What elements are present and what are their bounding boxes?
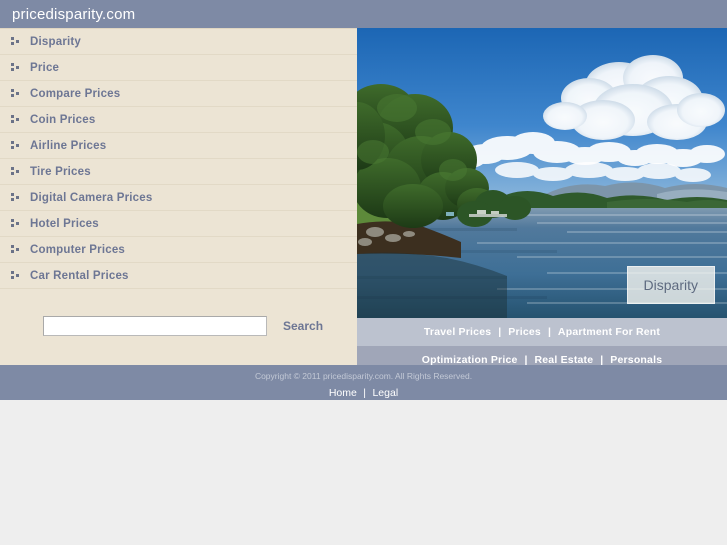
sidebar-item-label: Compare Prices [30, 87, 121, 100]
site-title: pricedisparity.com [12, 5, 136, 23]
three-squares-bullet-icon [0, 141, 30, 150]
sidebar-item-tire-prices[interactable]: Tire Prices [0, 159, 357, 185]
hero-image: Disparity [357, 28, 727, 318]
link-separator: | [547, 326, 551, 338]
footer-link-home[interactable]: Home [329, 387, 357, 399]
linkbar-link-apartment-for-rent[interactable]: Apartment For Rent [558, 326, 660, 338]
linkbar-link-prices[interactable]: Prices [508, 326, 541, 338]
sidebar-item-digital-camera-prices[interactable]: Digital Camera Prices [0, 185, 357, 211]
right-column: Disparity Travel Prices | Prices | Apart… [357, 28, 727, 400]
link-separator: | [363, 387, 367, 399]
sidebar: Disparity Price Compare Prices Coin Pric… [0, 28, 357, 400]
search-button[interactable]: Search [283, 319, 323, 333]
linkbar-link-travel-prices[interactable]: Travel Prices [424, 326, 491, 338]
sidebar-item-label: Disparity [30, 35, 82, 48]
three-squares-bullet-icon [0, 271, 30, 280]
search-area: Search [43, 316, 323, 336]
sidebar-item-compare-prices[interactable]: Compare Prices [0, 81, 357, 107]
sidebar-item-disparity[interactable]: Disparity [0, 29, 357, 55]
sidebar-item-coin-prices[interactable]: Coin Prices [0, 107, 357, 133]
sidebar-item-label: Coin Prices [30, 113, 96, 126]
three-squares-bullet-icon [0, 63, 30, 72]
sidebar-item-label: Computer Prices [30, 243, 126, 256]
site-footer: Copyright © 2011 pricedisparity.com. All… [0, 365, 727, 400]
three-squares-bullet-icon [0, 115, 30, 124]
sidebar-item-label: Hotel Prices [30, 217, 99, 230]
sidebar-item-label: Tire Prices [30, 165, 91, 178]
three-squares-bullet-icon [0, 193, 30, 202]
sidebar-item-airline-prices[interactable]: Airline Prices [0, 133, 357, 159]
three-squares-bullet-icon [0, 167, 30, 176]
three-squares-bullet-icon [0, 219, 30, 228]
three-squares-bullet-icon [0, 245, 30, 254]
sidebar-item-label: Car Rental Prices [30, 269, 129, 282]
hero-badge: Disparity [626, 266, 715, 304]
three-squares-bullet-icon [0, 89, 30, 98]
body-row: Disparity Price Compare Prices Coin Pric… [0, 28, 727, 400]
sidebar-item-label: Digital Camera Prices [30, 191, 153, 204]
sidebar-item-label: Airline Prices [30, 139, 107, 152]
site-header: pricedisparity.com [0, 0, 727, 28]
footer-link-legal[interactable]: Legal [372, 387, 398, 399]
sidebar-item-computer-prices[interactable]: Computer Prices [0, 237, 357, 263]
link-separator: | [498, 326, 502, 338]
footer-links: Home | Legal [0, 385, 727, 400]
search-input[interactable] [43, 316, 267, 336]
three-squares-bullet-icon [0, 37, 30, 46]
sidebar-item-label: Price [30, 61, 60, 74]
linkbar-primary: Travel Prices | Prices | Apartment For R… [357, 318, 727, 346]
sidebar-item-hotel-prices[interactable]: Hotel Prices [0, 211, 357, 237]
page-container: pricedisparity.com Disparity Price Compa… [0, 0, 727, 400]
copyright-text: Copyright © 2011 pricedisparity.com. All… [254, 371, 473, 381]
sidebar-item-price[interactable]: Price [0, 55, 357, 81]
sidebar-nav-list: Disparity Price Compare Prices Coin Pric… [0, 28, 357, 289]
sidebar-item-car-rental-prices[interactable]: Car Rental Prices [0, 263, 357, 289]
